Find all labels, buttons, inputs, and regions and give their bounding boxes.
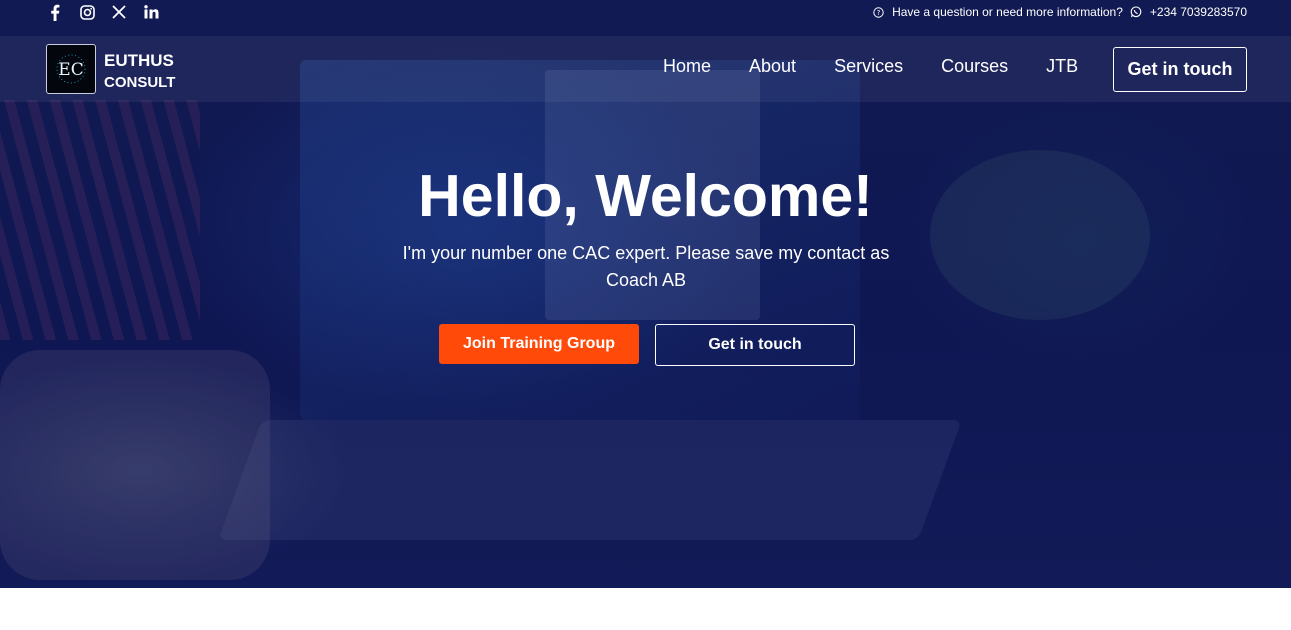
brand-name: EUTHUS CONSULT <box>104 50 175 94</box>
social-links <box>46 3 160 21</box>
x-twitter-icon[interactable] <box>110 3 128 21</box>
background-keyboard <box>218 420 962 540</box>
question-text: Have a question or need more information… <box>892 5 1123 19</box>
hero-get-in-touch-button[interactable]: Get in touch <box>655 324 855 366</box>
phone-link[interactable]: +234 7039283570 <box>1150 5 1247 19</box>
nav-courses[interactable]: Courses <box>941 56 1008 77</box>
nav-jtb[interactable]: JTB <box>1046 56 1078 77</box>
instagram-icon[interactable] <box>78 3 96 21</box>
brand-line-1: EUTHUS <box>104 51 174 70</box>
main-navbar: EC EUTHUS CONSULT Home About Services Co… <box>0 36 1291 102</box>
facebook-icon[interactable] <box>46 3 64 21</box>
svg-text:?: ? <box>877 9 881 17</box>
top-bar: ? Have a question or need more informati… <box>0 0 1291 36</box>
brand-line-2: CONSULT <box>104 74 176 91</box>
hero-headline: Hello, Welcome! <box>418 163 873 229</box>
nav-about[interactable]: About <box>749 56 796 77</box>
logo-letters: EC <box>58 60 83 80</box>
brand-logo[interactable]: EC <box>46 44 96 94</box>
hero-subtext: I'm your number one CAC expert. Please s… <box>402 243 890 290</box>
background-glass <box>0 350 270 580</box>
nav-links: Home About Services Courses JTB <box>663 56 1116 77</box>
join-training-group-button[interactable]: Join Training Group <box>439 324 639 364</box>
question-circle-icon: ? <box>872 6 885 19</box>
whatsapp-icon <box>1130 6 1143 19</box>
hero-section: ? Have a question or need more informati… <box>0 0 1291 588</box>
nav-home[interactable]: Home <box>663 56 711 77</box>
nav-services[interactable]: Services <box>834 56 903 77</box>
linkedin-icon[interactable] <box>142 3 160 21</box>
contact-info: ? Have a question or need more informati… <box>872 5 1247 19</box>
nav-get-in-touch-button[interactable]: Get in touch <box>1113 47 1247 92</box>
